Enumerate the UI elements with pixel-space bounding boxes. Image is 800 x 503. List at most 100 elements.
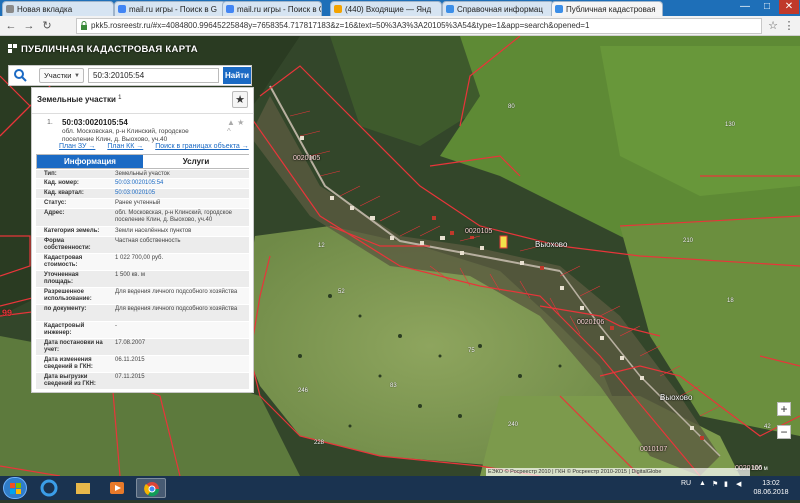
property-key: Форма собственности: [44,238,91,251]
result-count: 1 [118,95,122,101]
ie-icon[interactable] [34,478,64,498]
zoom-out-button[interactable]: − [777,425,791,439]
property-key: Кад. номер: [44,180,79,186]
search-bar: Участки ▼ 50:3:20105:54 Найти [8,65,252,86]
collapse-icon[interactable]: ^ [227,127,231,136]
zoom-in-button[interactable]: + [777,402,791,416]
category-select[interactable]: Участки ▼ [39,68,84,83]
property-key: Дата изменения сведений в ГКН: [44,357,93,370]
browser-tab[interactable]: (440) Входящие — Янд [330,1,442,16]
site-title-text: ПУБЛИЧНАЯ КАДАСТРОВАЯ КАРТА [21,44,198,55]
property-key: Тип: [44,171,57,177]
property-key: Дата выгрузки сведений из ГКН: [44,374,96,387]
plan-zu-link[interactable]: План ЗУ → [59,143,95,150]
site-title: ПУБЛИЧНАЯ КАДАСТРОВАЯ КАРТА [8,44,198,55]
reload-button[interactable]: ↻ [40,19,54,33]
back-button[interactable]: ← [4,19,18,33]
browser-tab[interactable]: Новая вкладка [2,1,114,16]
search-button[interactable]: Найти [223,67,251,84]
result-actions: ▲ ★ ^ [227,118,249,136]
result-index: 1. [47,119,53,126]
menu-icon[interactable]: ⋮ [782,19,796,33]
result-address: обл. Московская, р-н Клинский, городское… [62,128,189,143]
property-row: Дата постановки на учет: 17.08.2007 [36,339,249,356]
panel-title-text: Земельные участки [37,95,116,104]
parcel-number: 80 [508,104,515,110]
minimize-button[interactable]: — [735,0,755,14]
parcel-label: 0020105 [293,155,321,162]
property-value: Для ведения личного подсобного хозяйства [115,306,238,312]
browser-tab[interactable]: mail.ru игры - Поиск в G [222,1,322,16]
property-value: - [115,323,117,329]
favorite-button[interactable]: ★ [232,91,248,108]
tab-services[interactable]: Услуги [143,155,249,168]
tab-label: Публичная кадастровая [566,5,656,14]
start-button[interactable] [3,477,27,499]
property-value[interactable]: 50:03:0020105 [115,190,246,197]
search-within-object-link[interactable]: Поиск в границах объекта → [155,143,249,150]
browser-window: Новая вкладка mail.ru игры - Поиск в G m… [0,0,800,500]
property-key: Кадастровый инженер: [44,323,85,336]
plan-kk-link[interactable]: План КК → [107,143,143,150]
property-row: Кадастровый инженер: - [36,322,249,339]
mail-icon [334,5,342,13]
property-row: Дата выгрузки сведений из ГКН: 07.11.2015 [36,373,249,390]
close-button[interactable]: ✕ [779,0,799,14]
flag-icon[interactable]: ⚑ [712,480,718,488]
star-icon[interactable]: ★ [237,118,244,127]
search-icon[interactable] [9,66,31,85]
info-icon[interactable]: ▲ [227,118,235,127]
address-bar: ← → ↻ pkk5.rosreestr.ru/#x=4084800.99645… [0,16,800,36]
explorer-icon[interactable] [68,478,98,498]
maximize-button[interactable]: □ [757,0,777,14]
property-value: 07.11.2015 [115,374,145,380]
parcel-number: 228 [314,440,325,446]
property-value[interactable]: 50:03:0020105:54 [115,180,246,187]
cadastral-number: 50:03:0020105:54 [62,118,128,127]
tray-arrow-icon[interactable]: ▲ [699,480,706,487]
property-value: 1 022 700,00 руб. [115,255,164,261]
browser-tab-active[interactable]: Публичная кадастровая [551,1,663,16]
url-input[interactable]: pkk5.rosreestr.ru/#x=4084800.99645225848… [76,18,762,34]
category-value: Участки [44,71,72,80]
property-row: Кад. квартал: 50:03:0020105 [36,189,249,199]
page-icon [555,5,563,13]
property-key: Категория земель: [44,228,100,234]
property-key: Статус: [44,200,67,206]
parcel-number: 12 [318,243,325,249]
media-player-icon[interactable] [102,478,132,498]
parcel-number: 99 [2,308,13,318]
property-key: Кадастровая стоимость: [44,255,83,268]
property-row: Уточненная площадь: 1 500 кв. м [36,271,249,288]
property-row: по документу: Для ведения личного подсобн… [36,305,249,322]
parcel-number: 240 [508,422,519,428]
map-copyright: ЕЭКО © Росреестр 2010 | ГКН © Росреестр … [486,468,750,476]
star-icon[interactable]: ☆ [766,19,780,33]
browser-tab[interactable]: Справочная информац [442,1,554,16]
property-value: 06.11.2015 [115,357,145,363]
info-tabs: Информация Услуги [36,154,249,169]
tab-information[interactable]: Информация [37,155,143,168]
tab-label: Справочная информац [457,5,543,14]
tab-label: mail.ru игры - Поиск в G [129,5,218,14]
parcel-number: 52 [338,289,345,295]
parcel-label: 0010107 [640,446,668,453]
clock[interactable]: 13:02 08.06.2018 [748,479,794,497]
parcel-number: 246 [298,388,309,394]
language-indicator[interactable]: RU [681,480,691,487]
chrome-icon[interactable] [136,478,166,498]
search-input[interactable]: 50:3:20105:54 [88,68,219,83]
parcel-number: 75 [468,348,475,354]
result-links: План ЗУ → План КК → Поиск в границах объ… [59,143,259,150]
volume-icon[interactable]: ◀ [736,480,741,488]
panel-header: Земельные участки 1 ★ [32,88,253,114]
forward-button[interactable]: → [22,19,36,33]
property-row: Форма собственности: Частная собственност… [36,237,249,254]
parcel-number: 210 [683,238,694,244]
property-value: обл. Московская, р-н Клинский, городское… [115,210,233,223]
property-key: Уточненная площадь: [44,272,79,285]
browser-tab[interactable]: mail.ru игры - Поиск в G [114,1,226,16]
property-value: Ранее учтенный [115,200,161,206]
network-icon[interactable]: ▮ [724,480,728,488]
property-row: Категория земель: Земли населённых пункто… [36,227,249,237]
